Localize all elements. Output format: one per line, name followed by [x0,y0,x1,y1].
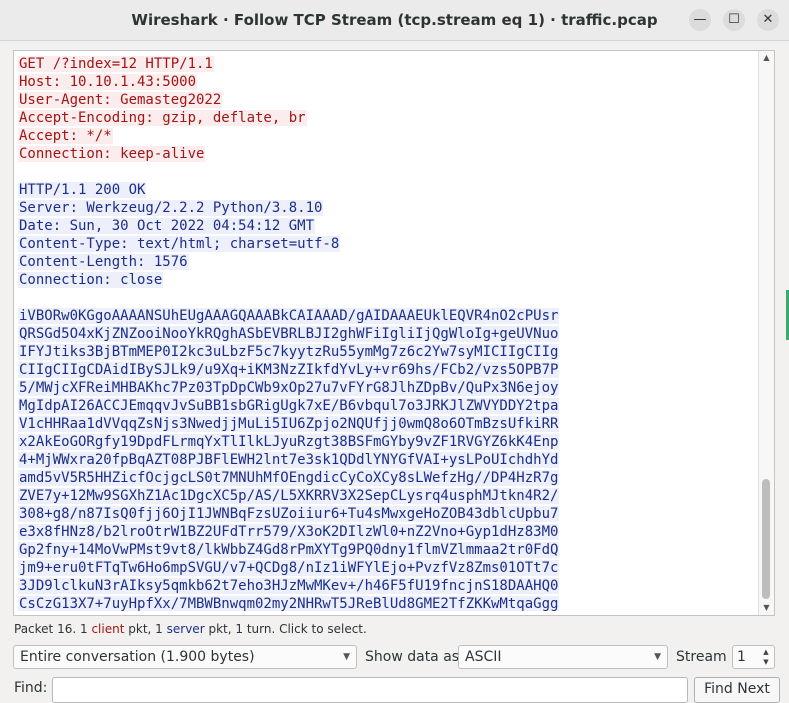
scrollbar-thumb[interactable] [762,479,770,599]
client-request-line-text: Connection: keep-alive [18,146,206,162]
client-request-line-text: User-Agent: Gemasteg2022 [18,92,223,108]
server-body-line-text: CsCzG13X7+7uyHpfXx/7MBWBnwqm02my2NHRwT5J… [18,596,560,611]
server-body-line-text: CIIgCIIgCDAidIBySJLk9/u9Xq+iKM3NzZIkfdYv… [18,362,560,378]
server-body-line-text: amd5vV5R5HHZicfOcjgcLS0t7MNUhMfOEngdicCy… [18,470,560,486]
server-header-line[interactable]: Connection: close [18,271,758,289]
stream-text-area[interactable]: GET /?index=12 HTTP/1.1 Host: 10.10.1.43:… [13,50,775,616]
server-body-line-text: 308+g8/n87IsQ0fjj6OjI1JWNBqFzsUZoiiur6+T… [18,506,560,522]
server-body-line-text: x2AkEoGORgfy19DpdFLrmqYxTlIlkLJyuRzgt38B… [18,434,560,450]
server-body-line-text: ZVE7y+12Mw9SGXhZ1Ac1DgcXC5p/AS/L5XKRRV3X… [18,488,560,504]
conversation-select-value: Entire conversation (1.900 bytes) [20,649,255,665]
server-body-line[interactable]: IFYJtiks3BjBTmMEP0I2kc3uLbzF5c7kyytzRu55… [18,343,758,361]
server-body-line-text: Gp2fny+14MoVwPMst9vt8/lkWbbZ4Gd8rPmXYTg9… [18,542,560,558]
client-request-line-text: GET /?index=12 HTTP/1.1 [18,56,214,72]
scroll-up-arrow-icon[interactable]: ▲ [759,51,774,65]
title-bar: Wireshark · Follow TCP Stream (tcp.strea… [0,0,789,41]
server-body-line[interactable]: V1cHHRaa1dVVqqZsNjs3NwedjjMuLi5IU6Zpjo2N… [18,415,758,433]
stream-spinbox-value: 1 [737,649,746,665]
find-label: Find: [14,680,48,696]
server-header-line[interactable]: Content-Type: text/html; charset=utf-8 [18,235,758,253]
find-input[interactable] [52,677,688,703]
status-server-word: server [166,622,205,636]
server-body-line-text: MgIdpAI26ACCJEmqqvJvSuBB1sbGRigUgk7xE/B6… [18,398,560,414]
status-pkt-sep: pkt, [128,622,152,636]
server-header-line-text: Date: Sun, 30 Oct 2022 04:54:12 GMT [18,218,316,234]
server-body-line[interactable]: amd5vV5R5HHZicfOcjgcLS0t7MNUhMfOEngdicCy… [18,469,758,487]
server-body-line[interactable]: ZVE7y+12Mw9SGXhZ1Ac1DgcXC5p/AS/L5XKRRV3X… [18,487,758,505]
server-body-line-text: 4+MjWWxra20fpBqAZT08PJBFlEWH2lnt7e3sk1QD… [18,452,560,468]
minimize-icon: — [693,12,707,27]
maximize-button[interactable]: ☐ [723,9,745,31]
server-body-line-text: iVBORw0KGgoAAAANSUhEUgAAAGQAAABkCAIAAAD/… [18,308,560,324]
close-icon: ✕ [762,12,774,27]
server-header-line[interactable]: HTTP/1.1 200 OK [18,181,758,199]
server-body-line-text: jm9+eru0tFTqTw6Ho6mpSVGU/v7+QCDg8/nIz1iW… [18,560,560,576]
stream-content[interactable]: GET /?index=12 HTTP/1.1 Host: 10.10.1.43:… [18,55,758,611]
spin-up-icon[interactable]: ▲ [760,647,772,657]
stream-spin-buttons[interactable]: ▲ ▼ [760,647,772,667]
server-body-line-text: 3JD9lclkuN3rAIksy5qmkb62t7eho3HJzMwMKev+… [18,578,560,594]
close-button[interactable]: ✕ [757,9,779,31]
server-header-line[interactable]: Content-Length: 1576 [18,253,758,271]
show-data-select[interactable]: ASCII ▼ [458,645,668,669]
server-header-line-text: Server: Werkzeug/2.2.2 Python/3.8.10 [18,200,324,216]
vertical-scrollbar[interactable]: ▲ ▼ [758,51,774,615]
client-request-line[interactable]: User-Agent: Gemasteg2022 [18,91,758,109]
chevron-down-icon: ▼ [343,652,350,662]
server-body-line[interactable]: e3x8fHNz8/b2lroOtrW1BZ2UFdTrr579/X3oK2DI… [18,523,758,541]
stream-label: Stream [676,649,727,665]
server-header-line[interactable]: Date: Sun, 30 Oct 2022 04:54:12 GMT [18,217,758,235]
server-body-line-text: 5/MWjcXFReiMHBAKhc7Pz03TpDpCWb9xOp27u7vF… [18,380,560,396]
client-request-line[interactable]: GET /?index=12 HTTP/1.1 [18,55,758,73]
server-body-line-text: IFYJtiks3BjBTmMEP0I2kc3uLbzF5c7kyytzRu55… [18,344,560,360]
spin-down-icon[interactable]: ▼ [760,657,772,667]
server-header-line-text: Content-Type: text/html; charset=utf-8 [18,236,341,252]
controls-row: Entire conversation (1.900 bytes) ▼ Show… [0,645,789,671]
server-body-line[interactable]: 4+MjWWxra20fpBqAZT08PJBFlEWH2lnt7e3sk1QD… [18,451,758,469]
conversation-select[interactable]: Entire conversation (1.900 bytes) ▼ [13,645,357,669]
client-request-line-text: Host: 10.10.1.43:5000 [18,74,198,90]
find-row: Find: Find Next [0,677,789,703]
show-data-select-value: ASCII [465,649,502,665]
server-header-line-text: Connection: close [18,272,164,288]
server-body-line[interactable]: MgIdpAI26ACCJEmqqvJvSuBB1sbGRigUgk7xE/B6… [18,397,758,415]
minimize-button[interactable]: — [689,9,711,31]
window-title: Wireshark · Follow TCP Stream (tcp.strea… [131,11,658,29]
find-next-button[interactable]: Find Next [694,677,780,703]
stream-spinbox[interactable]: 1 ▲ ▼ [732,645,775,669]
server-body-line[interactable]: CIIgCIIgCDAidIBySJLk9/u9Xq+iKM3NzZIkfdYv… [18,361,758,379]
client-request-line[interactable]: Accept: */* [18,127,758,145]
server-body-line-text: QRSGd5O4xKjZNZooiNooYkRQghASbEVBRLBJI2gh… [18,326,560,342]
status-server-count: 1 [155,622,163,636]
chevron-down-icon: ▼ [654,652,661,662]
server-body-line[interactable]: 308+g8/n87IsQ0fjj6OjI1JWNBqFzsUZoiiur6+T… [18,505,758,523]
server-body-line[interactable]: QRSGd5O4xKjZNZooiNooYkRQghASbEVBRLBJI2gh… [18,325,758,343]
status-client-word: client [91,622,125,636]
client-request-line[interactable]: Accept-Encoding: gzip, deflate, br [18,109,758,127]
server-body-line[interactable]: CsCzG13X7+7uyHpfXx/7MBWBnwqm02my2NHRwT5J… [18,595,758,611]
server-body-line-text: V1cHHRaa1dVVqqZsNjs3NwedjjMuLi5IU6Zpjo2N… [18,416,560,432]
server-header-line[interactable]: Server: Werkzeug/2.2.2 Python/3.8.10 [18,199,758,217]
server-body-line[interactable]: 3JD9lclkuN3rAIksy5qmkb62t7eho3HJzMwMKev+… [18,577,758,595]
server-body-line[interactable]: 5/MWjcXFReiMHBAKhc7Pz03TpDpCWb9xOp27u7vF… [18,379,758,397]
client-request-line[interactable]: Connection: keep-alive [18,145,758,163]
show-data-label: Show data as [365,649,460,665]
server-body-line-text: e3x8fHNz8/b2lroOtrW1BZ2UFdTrr579/X3oK2DI… [18,524,560,540]
server-body-line[interactable]: jm9+eru0tFTqTw6Ho6mpSVGU/v7+QCDg8/nIz1iW… [18,559,758,577]
server-body-line[interactable]: iVBORw0KGgoAAAANSUhEUgAAAGQAAABkCAIAAAD/… [18,307,758,325]
maximize-icon: ☐ [728,12,740,27]
client-request-line-text: Accept: */* [18,128,113,144]
client-request-line[interactable]: Host: 10.10.1.43:5000 [18,73,758,91]
server-body-line[interactable]: x2AkEoGORgfy19DpdFLrmqYxTlIlkLJyuRzgt38B… [18,433,758,451]
packet-status: Packet 16. 1 client pkt, 1 server pkt, 1… [14,622,367,636]
server-body-line[interactable]: Gp2fny+14MoVwPMst9vt8/lkWbbZ4Gd8rPmXYTg9… [18,541,758,559]
status-packet: Packet 16. [14,622,77,636]
server-header-line-text: HTTP/1.1 200 OK [18,182,147,198]
client-request-line-text: Accept-Encoding: gzip, deflate, br [18,110,307,126]
status-tail: pkt, 1 turn. Click to select. [208,622,367,636]
status-client-count: 1 [79,622,88,636]
scroll-down-arrow-icon[interactable]: ▼ [759,601,774,615]
server-header-line-text: Content-Length: 1576 [18,254,189,270]
